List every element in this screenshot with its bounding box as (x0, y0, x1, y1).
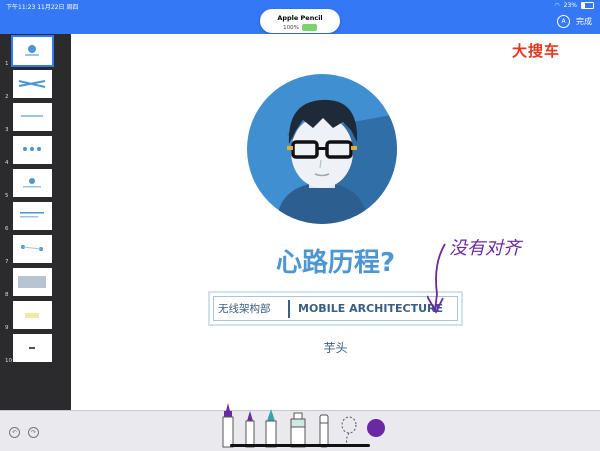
done-button[interactable]: 完成 (576, 16, 592, 27)
pencil-battery-icon (301, 24, 317, 31)
thumbnail-preview (25, 45, 39, 56)
battery-percent: 23% (563, 2, 577, 9)
pencil-icon[interactable] (244, 409, 256, 449)
thumbnail-1[interactable]: 1 (5, 35, 54, 67)
thumbnail-8[interactable]: 8 (5, 268, 52, 298)
thumbnail-preview (21, 245, 43, 251)
pencil-battery-percent: 100% (283, 24, 299, 31)
thumbnail-3[interactable]: 3 (5, 103, 52, 133)
department-en: MOBILE ARCHITECTURE (298, 302, 443, 315)
slide-thumbnail-sidebar: 1 2 3 4 5 6 7 8 9 10 + (0, 34, 57, 432)
top-right-controls: A 完成 (557, 15, 592, 28)
pencil-name: Apple Pencil (277, 14, 323, 22)
company-logo: 大搜车 (511, 42, 560, 60)
thumbnail-preview (23, 178, 41, 188)
thumbnail-4[interactable]: 4 (5, 136, 52, 166)
department-cn: 无线架构部 (218, 303, 271, 315)
thumbnail-7[interactable]: 7 (5, 235, 52, 265)
undo-icon[interactable]: ↶ (9, 427, 20, 438)
home-indicator (230, 444, 370, 447)
marker-icon[interactable] (264, 407, 278, 449)
thumbnail-10[interactable]: 10 (5, 334, 52, 364)
thumbnail-9[interactable]: 9 (5, 301, 52, 331)
apple-pencil-popup: Apple Pencil 100% (260, 9, 340, 33)
status-right: ◠ 23% (554, 2, 594, 9)
redo-icon[interactable]: ↷ (28, 427, 39, 438)
annotation-text: 没有对齐 (449, 238, 524, 259)
author-name: 芋头 (323, 341, 348, 355)
battery-icon (581, 2, 594, 9)
avatar-illustration (247, 74, 397, 224)
department-box: 无线架构部 MOBILE ARCHITECTURE (208, 291, 463, 326)
wifi-icon: ◠ (554, 2, 560, 9)
thumbnail-preview (18, 80, 46, 88)
markup-icon[interactable]: A (557, 15, 570, 28)
thumbnail-preview (25, 313, 39, 318)
department-divider (288, 299, 290, 318)
handwritten-annotation: 没有对齐 (427, 238, 524, 314)
thumbnail-2[interactable]: 2 (5, 70, 52, 100)
slide-canvas[interactable]: 大搜车 心路历程? 无线架构部 MOBILE ARCHITECTURE 芋头 没… (71, 34, 600, 410)
thumbnail-preview (29, 347, 35, 349)
status-time-date: 下午11:23 11月22日 周四 (6, 4, 79, 11)
thumbnail-5[interactable]: 5 (5, 169, 52, 199)
thumbnail-preview (21, 115, 43, 117)
pen-icon[interactable] (220, 401, 236, 449)
thumbnail-6[interactable]: 6 (5, 202, 52, 232)
color-picker-button[interactable] (367, 419, 385, 437)
thumbnail-preview (20, 212, 44, 218)
thumbnail-preview (23, 147, 41, 151)
thumbnail-preview (18, 276, 46, 288)
